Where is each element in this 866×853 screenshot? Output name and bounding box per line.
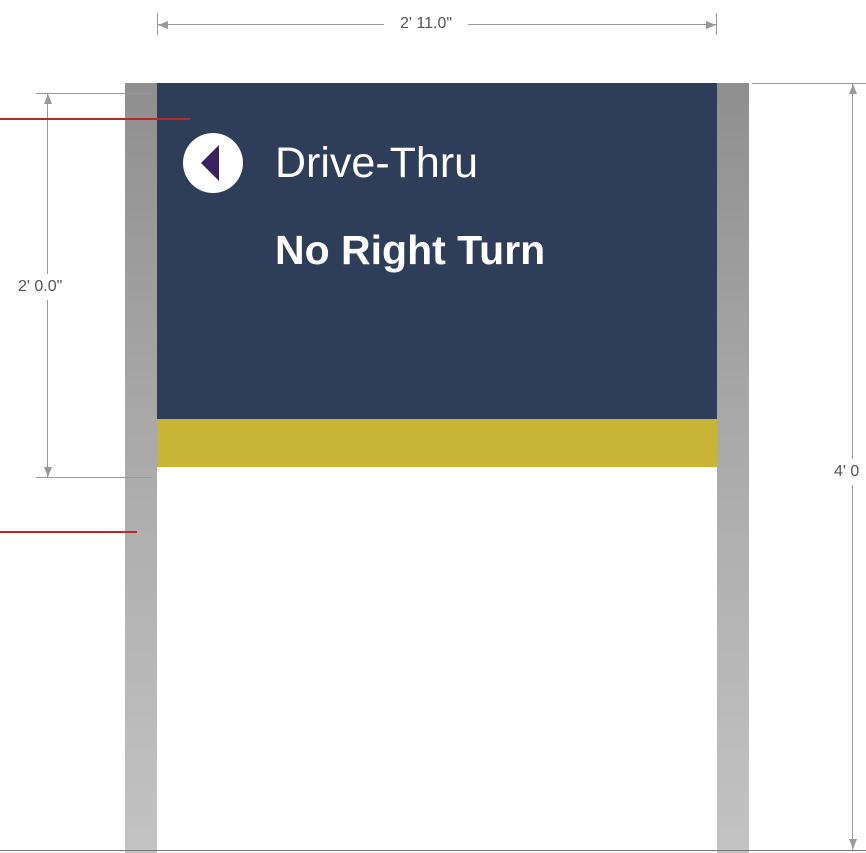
sign-line-no-right-turn: No Right Turn — [275, 227, 546, 273]
overall-dim-arrow-bottom — [849, 839, 857, 849]
accent-band — [157, 419, 717, 467]
ground-line — [0, 850, 866, 851]
right-post — [717, 83, 749, 853]
leader-line-bottom — [0, 531, 137, 533]
sign-line-drive-thru: Drive-Thru — [275, 139, 479, 187]
arrow-left-icon — [183, 133, 243, 193]
panel-dim-arrow-bottom — [44, 467, 52, 477]
left-post — [125, 83, 157, 853]
width-dimension-label: 2' 11.0" — [384, 15, 469, 33]
width-dim-arrow-right — [706, 21, 716, 29]
panel-height-label: 2' 0.0" — [12, 274, 69, 300]
panel-dim-arrow-top — [44, 94, 52, 104]
overall-dim-arrow-top — [849, 84, 857, 94]
arrow-left-icon-triangle — [201, 145, 219, 181]
overall-height-label: 4' 0 — [830, 459, 866, 485]
width-dim-arrow-left — [158, 21, 168, 29]
arrow-left-icon-graphic — [201, 145, 219, 181]
leader-line-top — [0, 118, 190, 120]
